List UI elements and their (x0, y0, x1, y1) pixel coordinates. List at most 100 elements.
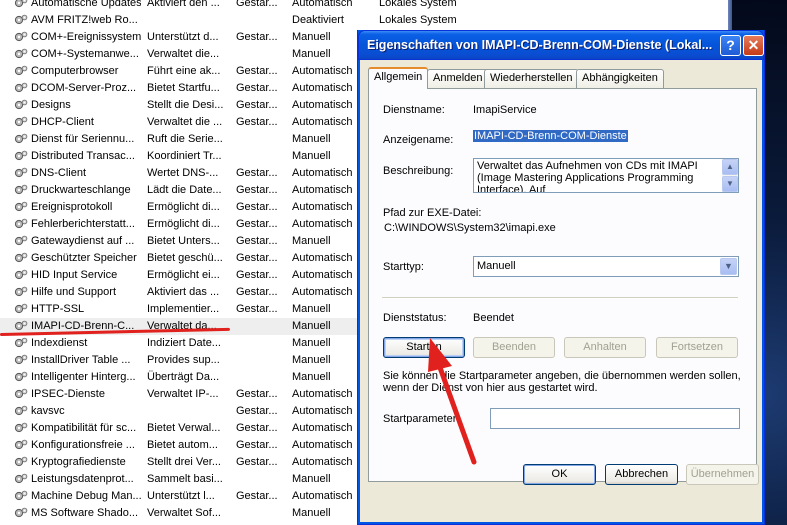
stop-button[interactable]: Beenden (473, 337, 555, 358)
gears-icon (14, 269, 30, 283)
service-description: Stellt die Desi... (147, 99, 224, 111)
service-name: COM+-Ereignissystem (31, 31, 141, 43)
exe-path-label: Pfad zur EXE-Datei: (383, 207, 482, 219)
dialog-title: Eigenschaften von IMAPI-CD-Brenn-COM-Die… (367, 38, 713, 52)
service-status: Gestar... (236, 235, 278, 247)
service-description: Implementier... (147, 303, 220, 315)
service-logon-as: Lokales System (379, 14, 457, 26)
start-type-select[interactable]: Manuell ▼ (473, 256, 739, 277)
pause-button[interactable]: Anhalten (564, 337, 646, 358)
gears-icon (14, 99, 30, 113)
cancel-button[interactable]: Abbrechen (605, 464, 678, 485)
service-status: Gestar... (236, 303, 278, 315)
separator (382, 297, 738, 299)
service-status: Gestar... (236, 31, 278, 43)
service-name: Fehlerberichterstatt... (31, 218, 135, 230)
service-description: Führt eine ak... (147, 65, 221, 77)
service-description: Verwaltet die ... (147, 116, 223, 128)
service-name: Druckwarteschlange (31, 184, 131, 196)
close-button[interactable]: ✕ (743, 35, 764, 56)
service-name: InstallDriver Table ... (31, 354, 131, 366)
gears-icon (14, 116, 30, 130)
service-row[interactable]: AVM FRITZ!web Ro... Deaktiviert Lokales Sy… (0, 12, 728, 29)
dialog-titlebar[interactable]: Eigenschaften von IMAPI-CD-Brenn-COM-Die… (358, 30, 764, 60)
exe-path-field[interactable]: C:\WINDOWS\System32\imapi.exe (382, 220, 738, 238)
ok-button[interactable]: OK (523, 464, 596, 485)
service-status: Gestar... (236, 167, 278, 179)
service-status: Gestar... (236, 184, 278, 196)
start-type-value: Manuell (477, 260, 516, 272)
gears-icon (14, 507, 30, 521)
service-description: Sammelt basi... (147, 473, 223, 485)
service-name: Kryptografiedienste (31, 456, 126, 468)
tab-recovery[interactable]: Wiederherstellen (484, 69, 579, 88)
service-status: Gestar... (236, 65, 278, 77)
gears-icon (14, 354, 30, 368)
service-status: Gestar... (236, 99, 278, 111)
help-button[interactable]: ? (720, 35, 741, 56)
service-start-type: Deaktiviert (292, 14, 344, 26)
gears-icon (14, 184, 30, 198)
service-status: Gestar... (236, 0, 278, 9)
service-status-value: Beendet (473, 312, 514, 324)
service-status: Gestar... (236, 422, 278, 434)
service-description: Indiziert Date... (147, 337, 221, 349)
service-name: Hilfe und Support (31, 286, 116, 298)
service-description: Bietet geschü... (147, 252, 223, 264)
service-name: Distributed Transac... (31, 150, 135, 162)
gears-icon (14, 235, 30, 249)
service-name: COM+-Systemanwe... (31, 48, 139, 60)
service-status: Gestar... (236, 388, 278, 400)
service-name: Machine Debug Man... (31, 490, 141, 502)
display-name-field[interactable]: IMAPI-CD-Brenn-COM-Dienste (473, 130, 628, 142)
description-field[interactable]: Verwaltet das Aufnehmen von CDs mit IMAP… (473, 158, 739, 193)
description-text: Verwaltet das Aufnehmen von CDs mit IMAP… (477, 160, 698, 193)
gears-icon (14, 252, 30, 266)
service-description: Ermöglicht di... (147, 218, 220, 230)
gears-icon (14, 14, 30, 28)
start-button[interactable]: Starten (383, 337, 465, 358)
scroll-up-icon[interactable]: ▲ (722, 159, 738, 175)
service-row[interactable]: Automatische Updates Aktiviert den ... Ges… (0, 0, 728, 12)
chevron-down-icon[interactable]: ▼ (720, 258, 737, 275)
service-status: Gestar... (236, 201, 278, 213)
gears-icon (14, 371, 30, 385)
resume-button[interactable]: Fortsetzen (656, 337, 738, 358)
service-description: Koordiniert Tr... (147, 150, 222, 162)
gears-icon (14, 439, 30, 453)
service-name: HTTP-SSL (31, 303, 85, 315)
service-name: Konfigurationsfreie ... (31, 439, 135, 451)
service-status: Gestar... (236, 269, 278, 281)
gears-icon (14, 473, 30, 487)
service-description: Unterstützt d... (147, 31, 219, 43)
service-name: IPSEC-Dienste (31, 388, 105, 400)
description-scrollbar[interactable]: ▲ ▼ (722, 159, 738, 192)
tab-dependencies[interactable]: Abhängigkeiten (576, 69, 664, 88)
service-status: Gestar... (236, 456, 278, 468)
tab-logon[interactable]: Anmelden (427, 69, 489, 88)
gears-icon (14, 133, 30, 147)
service-status: Gestar... (236, 116, 278, 128)
gears-icon (14, 218, 30, 232)
service-description: Verwaltet da... (147, 320, 217, 332)
display-name-label: Anzeigename: (383, 134, 454, 146)
service-name: Designs (31, 99, 71, 111)
service-description: Aktiviert das ... (147, 286, 220, 298)
scroll-down-icon[interactable]: ▼ (722, 176, 738, 192)
service-status: Gestar... (236, 490, 278, 502)
gears-icon (14, 456, 30, 470)
service-name: Indexdienst (31, 337, 88, 349)
service-name: kavsvc (31, 405, 65, 417)
service-name: MS Software Shado... (31, 507, 138, 519)
service-start-type: Automatisch (292, 0, 353, 9)
start-param-input[interactable] (490, 408, 740, 429)
service-description: Bietet Verwal... (147, 422, 221, 434)
gears-icon (14, 405, 30, 419)
service-name: Leistungsdatenprot... (31, 473, 134, 485)
apply-button[interactable]: Übernehmen (686, 464, 759, 485)
service-name: Geschützter Speicher (31, 252, 137, 264)
service-name: HID Input Service (31, 269, 118, 281)
service-description: Stellt drei Ver... (147, 456, 221, 468)
tab-general[interactable]: Allgemein (368, 67, 429, 89)
service-description: Ermöglicht di... (147, 201, 220, 213)
